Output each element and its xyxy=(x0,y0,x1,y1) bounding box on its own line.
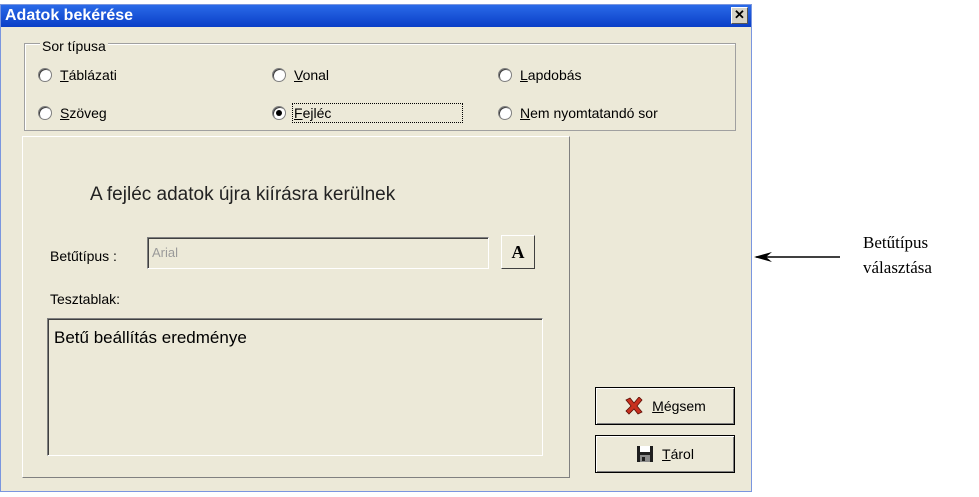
radio-tablazati[interactable]: Táblázati xyxy=(38,67,117,83)
floppy-disk-icon xyxy=(637,446,654,462)
annotation-line-2: választása xyxy=(863,258,932,277)
close-icon: ✕ xyxy=(734,7,745,22)
radio-label-lapdobas: Lapdobás xyxy=(520,67,582,83)
annotation-line-1: Betűtípus xyxy=(863,233,929,252)
left-arrow-icon xyxy=(754,252,840,262)
radio-nem-nyomtatando[interactable]: Nem nyomtatandó sor xyxy=(498,105,658,121)
radio-circle xyxy=(38,106,52,120)
test-preview-box[interactable]: Betű beállítás eredménye xyxy=(47,318,543,456)
radio-circle xyxy=(272,68,286,82)
save-label: Tárol xyxy=(662,446,694,462)
title-bar[interactable]: Adatok bekérése ✕ xyxy=(1,5,751,27)
font-field[interactable]: Arial xyxy=(147,237,489,269)
save-button[interactable]: Tárol xyxy=(595,435,735,473)
radio-vonal[interactable]: Vonal xyxy=(272,67,329,83)
radio-circle-selected xyxy=(272,106,286,120)
annotation-text: Betűtípus választása xyxy=(863,230,932,280)
cancel-button[interactable]: Mégsem xyxy=(595,387,735,425)
panel-heading: A fejléc adatok újra kiírásra kerülnek xyxy=(90,184,396,205)
cancel-label: Mégsem xyxy=(652,398,706,414)
radio-circle xyxy=(38,68,52,82)
radio-label-nem-nyomtatando: Nem nyomtatandó sor xyxy=(520,105,658,121)
close-button[interactable]: ✕ xyxy=(731,7,748,24)
window-title: Adatok bekérése xyxy=(5,7,134,24)
red-x-icon xyxy=(625,397,643,415)
radio-label-szoveg: Szöveg xyxy=(60,105,107,121)
radio-label-vonal: Vonal xyxy=(294,67,330,83)
row-type-legend: Sor típusa xyxy=(40,38,108,54)
radio-lapdobas[interactable]: Lapdobás xyxy=(498,67,582,83)
font-select-button[interactable]: A xyxy=(501,235,535,269)
font-label: Betűtípus : xyxy=(50,248,117,264)
test-label: Tesztablak: xyxy=(50,291,121,307)
radio-circle xyxy=(498,68,512,82)
radio-label-tablazati: Táblázati xyxy=(60,67,117,83)
radio-circle xyxy=(498,106,512,120)
radio-label-fejlec: Fejléc xyxy=(291,103,464,123)
radio-szoveg[interactable]: Szöveg xyxy=(38,105,107,121)
radio-fejlec[interactable]: Fejléc xyxy=(272,103,464,123)
